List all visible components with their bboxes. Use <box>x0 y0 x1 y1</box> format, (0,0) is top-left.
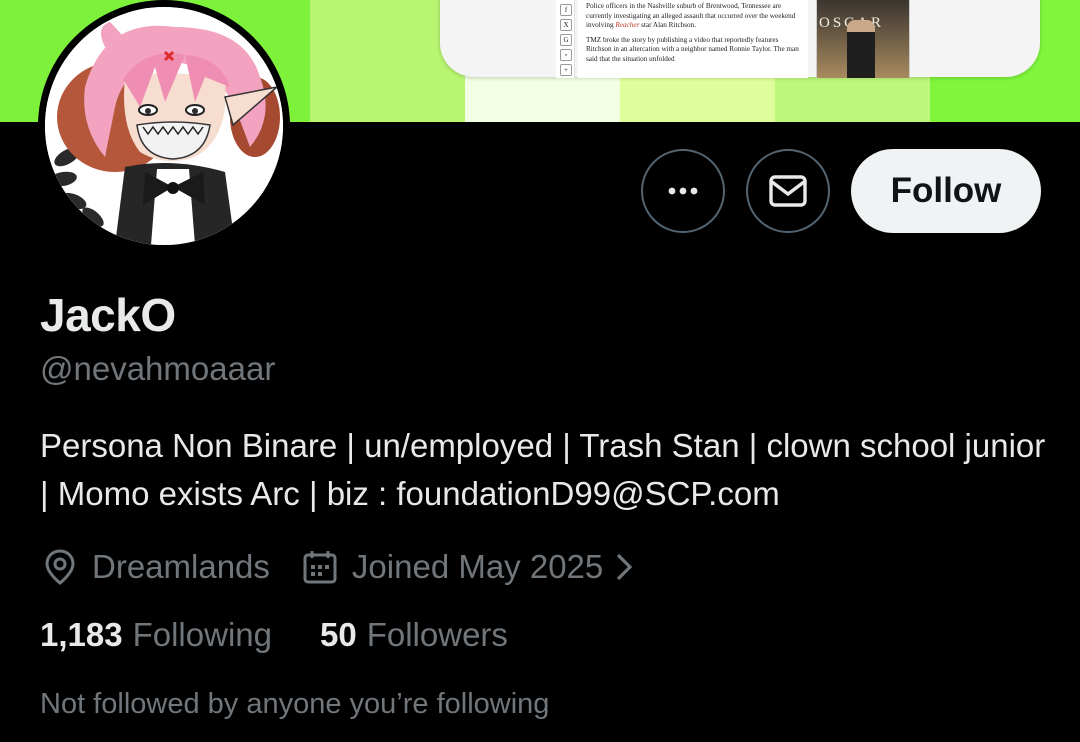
avatar[interactable] <box>45 7 283 245</box>
following-label: Following <box>132 616 272 653</box>
avatar-image <box>45 7 283 245</box>
followers-label: Followers <box>366 616 508 653</box>
following-count: 1,183 <box>40 616 123 653</box>
article-paragraph-2: TMZ broke the story by publishing a vide… <box>586 35 799 63</box>
article-text: Police officers in the Nashville suburb … <box>578 0 808 78</box>
calendar-icon <box>303 551 337 584</box>
chevron-right-icon <box>617 553 633 581</box>
article-paragraph-1: Police officers in the Nashville suburb … <box>586 2 796 29</box>
article-thumbnail: OSCAR <box>816 0 910 78</box>
more-options-button[interactable] <box>641 149 725 233</box>
profile-meta-row: Dreamlands Joined May 2025 <box>40 542 647 592</box>
followers-count: 50 <box>320 616 357 653</box>
following-link[interactable]: 1,183 Following <box>40 616 272 654</box>
envelope-icon <box>769 175 807 207</box>
location-pin-icon <box>45 549 75 585</box>
follow-stats: 1,183 Following 50 Followers <box>40 616 508 654</box>
display-name: JackO <box>40 289 176 341</box>
more-horizontal-icon <box>668 187 698 195</box>
username-handle: @nevahmoaaar <box>40 350 276 387</box>
google-share-icon: G <box>560 34 572 46</box>
location-text: Dreamlands <box>92 548 270 585</box>
join-date-text: Joined May 2025 <box>351 548 604 585</box>
flipboard-share-icon: ▫ <box>560 49 572 61</box>
mutual-followers-note: Not followed by anyone you’re following <box>40 688 550 720</box>
message-button[interactable] <box>746 149 830 233</box>
follow-button[interactable]: Follow <box>851 149 1041 233</box>
profile-bio: Persona Non Binare | un/employed | Trash… <box>40 427 1046 512</box>
more-share-icon: + <box>560 64 572 76</box>
x-share-icon: X <box>560 19 572 31</box>
location: Dreamlands <box>40 547 270 587</box>
join-date[interactable]: Joined May 2025 <box>300 547 647 587</box>
facebook-share-icon: f <box>560 4 572 16</box>
followers-link[interactable]: 50 Followers <box>320 616 508 654</box>
